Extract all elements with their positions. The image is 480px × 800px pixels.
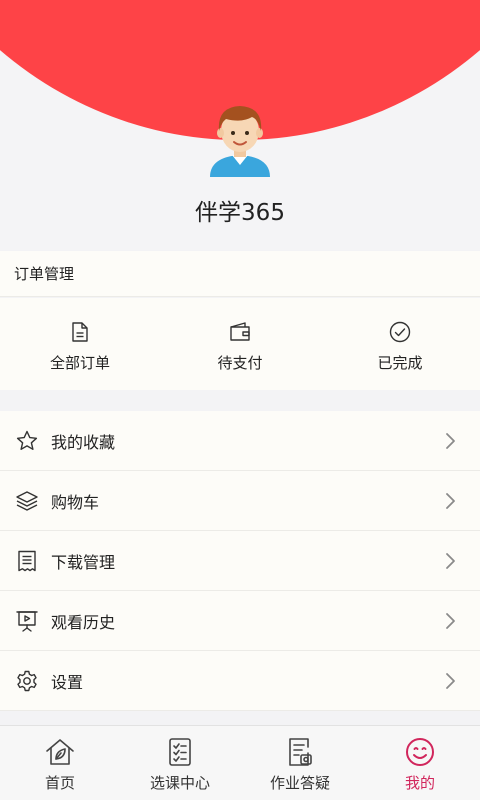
menu-item-label: 下载管理 (51, 552, 116, 572)
wallet-icon (230, 322, 250, 341)
avatar[interactable] (208, 101, 272, 177)
menu-item-label: 购物车 (51, 492, 100, 512)
menu-item-favorites[interactable]: 我的收藏 (0, 411, 480, 471)
smile-icon (406, 738, 434, 766)
tab-mine[interactable]: 我的 (360, 726, 480, 800)
bottom-tab-bar: 首页 选课中心 作业答疑 我的 (0, 725, 480, 800)
chevron-right-icon (446, 673, 455, 689)
tab-course-center[interactable]: 选课中心 (120, 726, 240, 800)
all-orders-label: 全部订单 (49, 354, 110, 372)
completed-orders-button[interactable]: 已完成 (320, 298, 480, 390)
menu-item-cart[interactable]: 购物车 (0, 471, 480, 531)
username: 伴学365 (195, 200, 285, 226)
tab-label: 我的 (404, 774, 435, 792)
settings-menu: 我的收藏 购物车 下载管理 观看历史 设置 (0, 411, 480, 711)
star-icon (15, 429, 39, 453)
pending-payment-button[interactable]: 待支付 (160, 298, 320, 390)
homework-icon (289, 738, 312, 766)
tab-home[interactable]: 首页 (0, 726, 120, 800)
all-orders-button[interactable]: 全部订单 (0, 298, 160, 390)
receipt-icon (15, 549, 39, 573)
document-icon (72, 322, 88, 342)
home-icon (46, 739, 74, 765)
check-circle-icon (389, 321, 411, 343)
presentation-icon (15, 609, 39, 633)
menu-item-history[interactable]: 观看历史 (0, 591, 480, 651)
menu-item-label: 我的收藏 (51, 432, 116, 452)
chevron-right-icon (446, 553, 455, 569)
tab-homework-qa[interactable]: 作业答疑 (240, 726, 360, 800)
layers-icon (15, 489, 39, 513)
gear-icon (15, 669, 39, 693)
tab-label: 首页 (44, 774, 75, 792)
menu-item-settings[interactable]: 设置 (0, 651, 480, 711)
menu-item-label: 设置 (51, 672, 84, 692)
chevron-right-icon (446, 613, 455, 629)
completed-orders-label: 已完成 (377, 354, 423, 372)
chevron-right-icon (446, 493, 455, 509)
profile-header: 伴学365 (0, 0, 480, 250)
tab-label: 选课中心 (149, 774, 210, 792)
order-shortcuts: 全部订单 待支付 已完成 (0, 298, 480, 390)
chevron-right-icon (446, 433, 455, 449)
menu-item-downloads[interactable]: 下载管理 (0, 531, 480, 591)
menu-item-label: 观看历史 (51, 612, 116, 632)
checklist-icon (169, 738, 191, 766)
tab-label: 作业答疑 (269, 774, 330, 792)
pending-payment-label: 待支付 (217, 354, 263, 372)
order-management-title: 订单管理 (0, 251, 480, 297)
